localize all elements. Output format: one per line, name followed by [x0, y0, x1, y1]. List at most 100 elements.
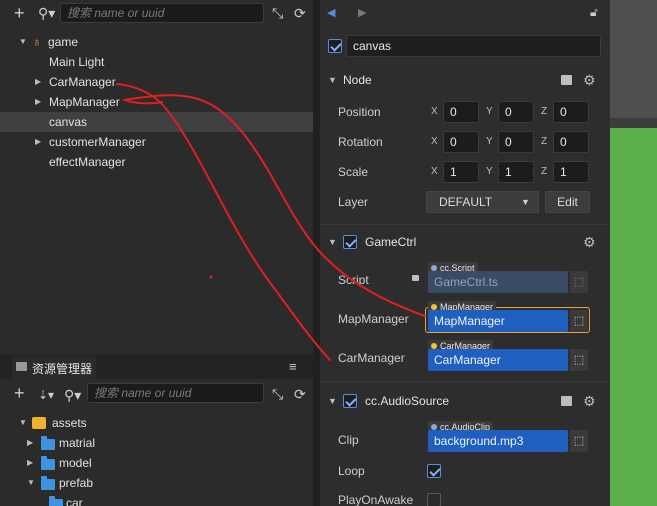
- search-filter-icon[interactable]: ⚲▾: [64, 388, 81, 402]
- gear-icon[interactable]: ⚙: [583, 73, 596, 87]
- rotation-x-input[interactable]: 0: [443, 131, 479, 153]
- assets-toolbar: + ⇣▾ ⚲▾ 搜索 name or uuid ⤡ ⟳: [0, 381, 313, 407]
- axis-y-label: Y: [486, 106, 493, 117]
- expand-arrow-icon[interactable]: ▼: [27, 473, 35, 493]
- scale-x-input[interactable]: 1: [443, 161, 479, 183]
- collapse-all-icon[interactable]: ⤡: [272, 387, 283, 401]
- expand-arrow-icon[interactable]: ▼: [19, 413, 27, 433]
- picker-icon[interactable]: ⬚: [570, 430, 588, 452]
- search-filter-icon[interactable]: ⚲▾: [38, 6, 55, 20]
- axis-x-label: X: [431, 166, 438, 177]
- scene-icon: ♁: [32, 34, 42, 49]
- tree-item-customermanager[interactable]: ▶ customerManager: [0, 132, 313, 152]
- position-y-input[interactable]: 0: [498, 101, 534, 123]
- collapse-all-icon[interactable]: ⤡: [272, 6, 283, 20]
- node-name-input[interactable]: canvas: [346, 35, 601, 57]
- node-active-checkbox[interactable]: [328, 39, 342, 53]
- back-arrow-icon[interactable]: ◀: [327, 6, 335, 19]
- tree-item-game[interactable]: ▼ ♁ game: [0, 32, 313, 52]
- script-label: Script: [338, 273, 369, 287]
- mapmanager-label: MapManager: [338, 312, 409, 326]
- panel-divider[interactable]: [313, 0, 320, 506]
- rotation-z-input[interactable]: 0: [553, 131, 589, 153]
- gamectrl-section-header[interactable]: ▼ GameCtrl ⚙: [320, 230, 610, 254]
- layer-select[interactable]: DEFAULT ▼: [426, 191, 539, 213]
- playonawake-checkbox[interactable]: [427, 493, 441, 506]
- tree-item-carmanager[interactable]: ▶ CarManager: [0, 72, 313, 92]
- unlock-icon[interactable]: 🔓︎: [590, 5, 598, 20]
- asset-item-label: car: [66, 496, 83, 506]
- collapse-arrow-icon[interactable]: ▶: [27, 433, 33, 453]
- picker-icon[interactable]: ⬚: [570, 310, 588, 332]
- section-title: GameCtrl: [365, 235, 417, 249]
- tree-item-label: Main Light: [49, 55, 105, 69]
- tree-item-canvas[interactable]: canvas: [0, 112, 313, 132]
- picker-icon[interactable]: ⬚: [570, 349, 588, 371]
- sort-icon[interactable]: ⇣▾: [38, 388, 54, 402]
- tree-item-main-light[interactable]: Main Light: [0, 52, 313, 72]
- loop-label: Loop: [338, 464, 365, 478]
- asset-item-label: matrial: [59, 436, 96, 450]
- assets-tab[interactable]: 资源管理器: [12, 356, 96, 379]
- layer-select-value: DEFAULT: [439, 195, 493, 209]
- loop-checkbox[interactable]: [427, 464, 441, 478]
- gear-icon[interactable]: ⚙: [583, 235, 596, 249]
- carmanager-field[interactable]: CarManager: [428, 349, 568, 371]
- section-divider: [320, 381, 610, 382]
- assets-tab-label: 资源管理器: [32, 362, 93, 376]
- collapse-arrow-icon[interactable]: ▶: [35, 92, 41, 112]
- tree-item-mapmanager[interactable]: ▶ MapManager: [0, 92, 313, 112]
- refresh-icon[interactable]: ⟳: [294, 387, 306, 401]
- clip-field[interactable]: background.mp3: [428, 430, 568, 452]
- rotation-y-input[interactable]: 0: [498, 131, 534, 153]
- asset-item-car[interactable]: car: [0, 493, 313, 506]
- axis-z-label: Z: [541, 136, 548, 147]
- folder-icon: [41, 436, 55, 450]
- expand-arrow-icon[interactable]: ▼: [328, 389, 337, 413]
- expand-arrow-icon[interactable]: ▼: [328, 230, 337, 254]
- mapmanager-field[interactable]: MapManager: [428, 310, 568, 332]
- scene-view-ground: [610, 128, 657, 506]
- forward-arrow-icon[interactable]: ▶: [358, 6, 366, 19]
- tree-item-label: MapManager: [49, 95, 120, 109]
- scale-z-input[interactable]: 1: [553, 161, 589, 183]
- picker-icon: ⬚: [570, 271, 588, 293]
- help-book-icon[interactable]: [561, 396, 572, 406]
- asset-item-label: assets: [52, 416, 87, 430]
- position-z-input[interactable]: 0: [553, 101, 589, 123]
- hierarchy-search-input[interactable]: 搜索 name or uuid: [60, 3, 264, 23]
- expand-arrow-icon[interactable]: ▼: [19, 32, 27, 52]
- add-icon[interactable]: +: [14, 384, 25, 402]
- asset-item-prefab[interactable]: ▼ prefab: [0, 473, 313, 493]
- add-icon[interactable]: +: [14, 4, 25, 22]
- help-book-icon[interactable]: [561, 75, 572, 85]
- collapse-arrow-icon[interactable]: ▶: [35, 132, 41, 152]
- gear-icon[interactable]: ⚙: [583, 394, 596, 408]
- axis-y-label: Y: [486, 166, 493, 177]
- tree-item-label: effectManager: [49, 155, 126, 169]
- axis-x-label: X: [431, 106, 438, 117]
- layer-edit-button[interactable]: Edit: [545, 191, 590, 213]
- tree-item-label: canvas: [49, 115, 88, 129]
- collapse-arrow-icon[interactable]: ▶: [35, 72, 41, 92]
- tree-item-effectmanager[interactable]: effectManager: [0, 152, 313, 172]
- expand-arrow-icon[interactable]: ▼: [328, 68, 337, 92]
- assets-search-input[interactable]: 搜索 name or uuid: [87, 383, 264, 403]
- asset-item-matrial[interactable]: ▶ matrial: [0, 433, 313, 453]
- gamectrl-enabled-checkbox[interactable]: [343, 235, 357, 249]
- audiosource-section-header[interactable]: ▼ cc.AudioSource ⚙: [320, 389, 610, 413]
- position-x-input[interactable]: 0: [443, 101, 479, 123]
- scale-y-input[interactable]: 1: [498, 161, 534, 183]
- refresh-icon[interactable]: ⟳: [294, 6, 306, 20]
- audiosource-enabled-checkbox[interactable]: [343, 394, 357, 408]
- asset-item-assets[interactable]: ▼ assets: [0, 413, 313, 433]
- axis-z-label: Z: [541, 106, 548, 117]
- asset-item-label: model: [59, 456, 92, 470]
- node-section-header[interactable]: ▼ Node ⚙: [320, 68, 610, 92]
- menu-icon[interactable]: ≡: [289, 360, 297, 374]
- collapse-arrow-icon[interactable]: ▶: [27, 453, 33, 473]
- section-divider: [320, 224, 610, 225]
- clip-label: Clip: [338, 433, 359, 447]
- asset-item-model[interactable]: ▶ model: [0, 453, 313, 473]
- tree-item-label: customerManager: [49, 135, 146, 149]
